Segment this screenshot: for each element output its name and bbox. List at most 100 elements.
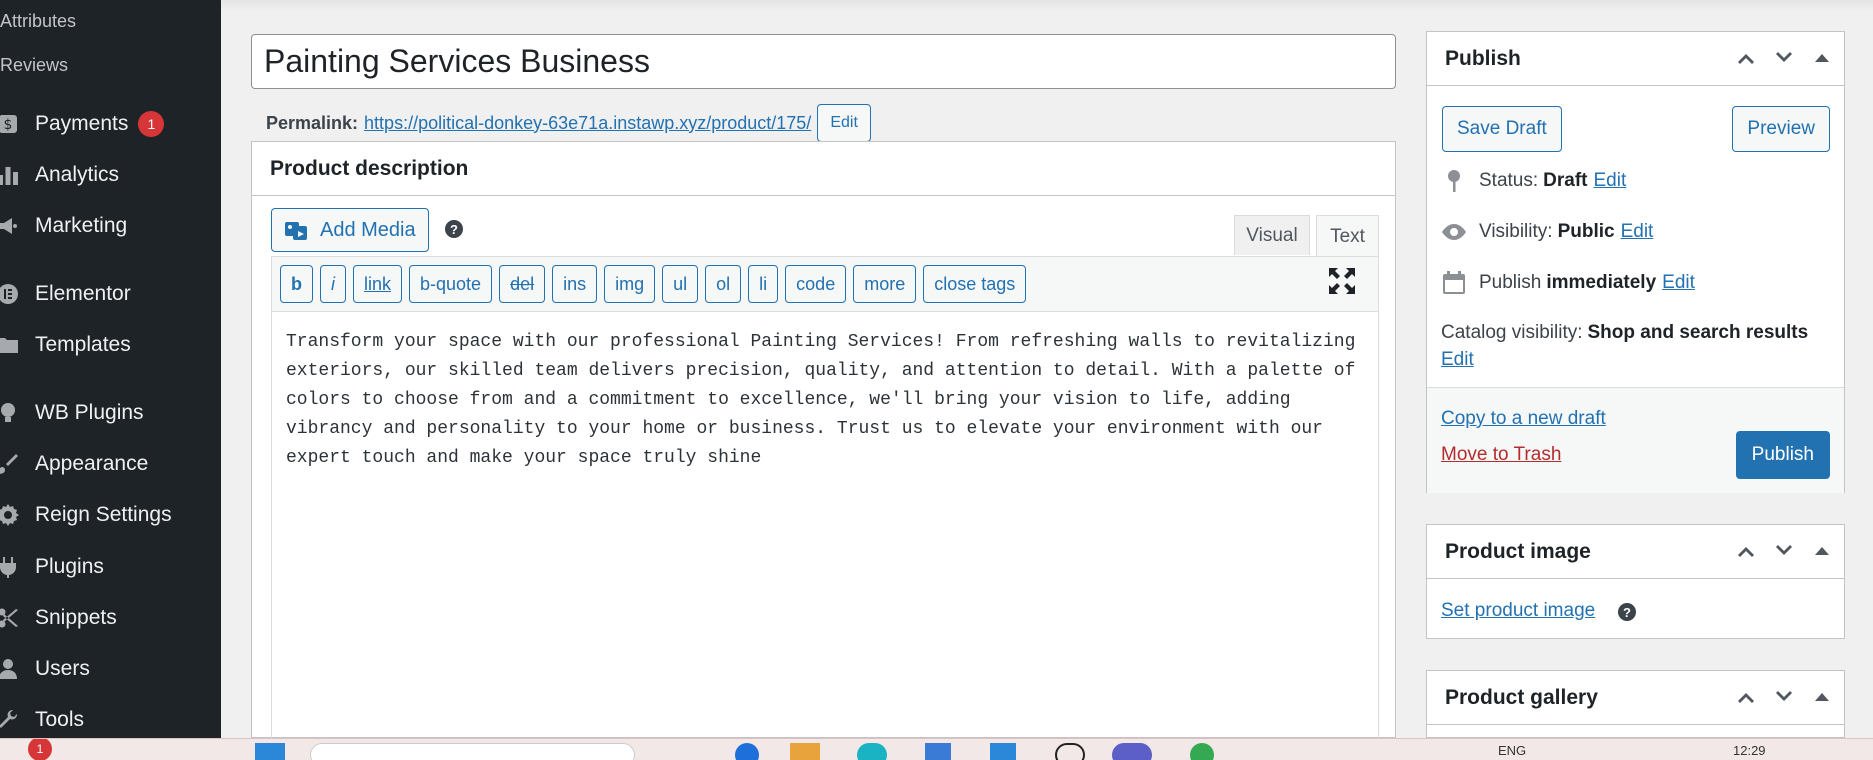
catalog-visibility-label: Catalog visibility: — [1441, 322, 1583, 343]
sidebar-item-tools[interactable]: Tools — [0, 700, 84, 740]
publish-date-value: immediately — [1546, 272, 1657, 293]
mail-icon[interactable] — [990, 743, 1016, 760]
taskbar-notification-badge[interactable]: 1 — [28, 739, 52, 760]
sidebar-item-label: WB Plugins — [35, 401, 144, 424]
publish-actions: Copy to a new draft Move to Trash Publis… — [1427, 387, 1844, 493]
sidebar-item-snippets[interactable]: Snippets — [0, 598, 117, 638]
product-gallery-heading: Product gallery — [1445, 685, 1598, 709]
analytics-icon — [0, 160, 35, 190]
sidebar-item-analytics[interactable]: Analytics — [0, 155, 119, 195]
move-down-icon[interactable] — [1772, 46, 1796, 70]
collapse-icon[interactable] — [1810, 539, 1834, 563]
sidebar-item-templates[interactable]: Templates — [0, 325, 131, 365]
add-media-button[interactable]: Add Media — [271, 208, 429, 252]
move-up-icon[interactable] — [1734, 539, 1758, 563]
catalog-visibility-edit-link[interactable]: Edit — [1441, 349, 1474, 371]
qt-bold-button[interactable]: b — [280, 265, 313, 303]
edge-browser-icon[interactable] — [857, 743, 887, 760]
permalink-label: Permalink: — [266, 112, 359, 133]
add-media-label: Add Media — [320, 218, 416, 241]
publish-heading: Publish — [1445, 46, 1521, 70]
sidebar-item-wb-plugins[interactable]: WB Plugins — [0, 393, 144, 433]
publish-date-label: Publish — [1479, 272, 1542, 293]
publish-button[interactable]: Publish — [1735, 431, 1830, 479]
permalink-row: Permalink: https://political-donkey-63e7… — [266, 104, 871, 142]
catalog-visibility-row: Catalog visibility: Shop and search resu… — [1441, 322, 1808, 344]
preview-button[interactable]: Preview — [1732, 106, 1830, 152]
publish-date-row: Publish immediately Edit — [1441, 270, 1695, 296]
move-down-icon[interactable] — [1772, 685, 1796, 709]
qt-more-button[interactable]: more — [853, 265, 917, 303]
sidebar-item-users[interactable]: Users — [0, 649, 90, 689]
folder-icon — [0, 330, 35, 360]
visibility-row: Visibility: Public Edit — [1441, 219, 1653, 245]
sidebar-item-reign-settings[interactable]: Reign Settings — [0, 495, 172, 535]
qt-italic-button[interactable]: i — [320, 265, 346, 303]
media-icon — [285, 222, 307, 240]
product-image-metabox: Product image Set product image ? — [1426, 524, 1845, 639]
qt-ul-button[interactable]: ul — [662, 265, 699, 303]
payments-badge: 1 — [138, 111, 165, 137]
elementor-icon — [0, 279, 35, 309]
qt-link-button[interactable]: link — [353, 265, 403, 303]
permalink-link[interactable]: https://political-donkey-63e71a.instawp.… — [364, 113, 811, 134]
product-image-heading: Product image — [1445, 539, 1591, 563]
sidebar-item-elementor[interactable]: Elementor — [0, 274, 131, 314]
sidebar-item-appearance[interactable]: Appearance — [0, 444, 148, 484]
move-to-trash-link[interactable]: Move to Trash — [1441, 444, 1561, 466]
submenu-reviews[interactable]: Reviews — [0, 55, 68, 76]
set-product-image-link[interactable]: Set product image — [1441, 600, 1595, 622]
collapse-icon[interactable] — [1810, 685, 1834, 709]
copy-to-draft-link[interactable]: Copy to a new draft — [1441, 408, 1606, 430]
qt-blockquote-button[interactable]: b-quote — [409, 265, 493, 303]
status-edit-link[interactable]: Edit — [1594, 170, 1627, 192]
sidebar-item-label: Users — [35, 657, 90, 680]
move-up-icon[interactable] — [1734, 46, 1758, 70]
megaphone-icon — [0, 211, 35, 241]
taskbar-app-icon[interactable] — [925, 743, 951, 760]
sidebar-item-payments[interactable]: $ Payments 1 — [0, 104, 165, 144]
taskbar-app-icon[interactable] — [735, 743, 759, 760]
tab-visual[interactable]: Visual — [1234, 215, 1310, 255]
sidebar-item-marketing[interactable]: Marketing — [0, 206, 127, 246]
chrome-icon[interactable] — [1112, 743, 1152, 760]
help-icon[interactable]: ? — [1618, 603, 1636, 621]
qt-code-button[interactable]: code — [785, 265, 847, 303]
lightbulb-icon — [0, 398, 35, 428]
permalink-edit-button[interactable]: Edit — [817, 104, 871, 142]
admin-bar-shadow — [221, 0, 1873, 12]
publish-date-edit-link[interactable]: Edit — [1662, 272, 1695, 294]
qt-close-tags-button[interactable]: close tags — [923, 265, 1027, 303]
windows-start-icon[interactable] — [255, 743, 285, 760]
taskbar-app-icon[interactable] — [1055, 743, 1085, 760]
clock[interactable]: 12:29 — [1733, 743, 1766, 758]
save-draft-button[interactable]: Save Draft — [1442, 106, 1562, 152]
qt-del-button[interactable]: del — [499, 265, 546, 303]
sidebar-item-label: Marketing — [35, 214, 128, 237]
svg-text:$: $ — [4, 117, 13, 133]
post-title-input[interactable]: Painting Services Business — [251, 34, 1396, 89]
taskbar-search-icon[interactable] — [310, 743, 635, 760]
qt-li-button[interactable]: li — [748, 265, 779, 303]
product-description-textarea[interactable]: Transform your space with our profession… — [271, 312, 1379, 739]
qt-ins-button[interactable]: ins — [552, 265, 598, 303]
sidebar-item-label: Appearance — [35, 452, 149, 475]
sidebar-item-label: Plugins — [35, 555, 104, 578]
submenu-attributes[interactable]: Attributes — [0, 11, 76, 32]
collapse-icon[interactable] — [1810, 46, 1834, 70]
move-down-icon[interactable] — [1772, 539, 1796, 563]
visibility-edit-link[interactable]: Edit — [1621, 221, 1654, 243]
qt-img-button[interactable]: img — [604, 265, 656, 303]
tab-text[interactable]: Text — [1316, 215, 1379, 257]
move-up-icon[interactable] — [1734, 685, 1758, 709]
sidebar-item-label: Templates — [35, 333, 131, 356]
product-gallery-header: Product gallery — [1427, 671, 1844, 725]
qt-ol-button[interactable]: ol — [705, 265, 742, 303]
fullscreen-icon[interactable] — [1327, 266, 1357, 296]
help-icon[interactable]: ? — [445, 220, 463, 238]
language-indicator[interactable]: ENG — [1498, 743, 1526, 758]
file-explorer-icon[interactable] — [790, 743, 820, 760]
taskbar-app-icon[interactable] — [1190, 743, 1214, 760]
sidebar-item-plugins[interactable]: Plugins — [0, 547, 104, 587]
calendar-icon — [1443, 271, 1465, 294]
